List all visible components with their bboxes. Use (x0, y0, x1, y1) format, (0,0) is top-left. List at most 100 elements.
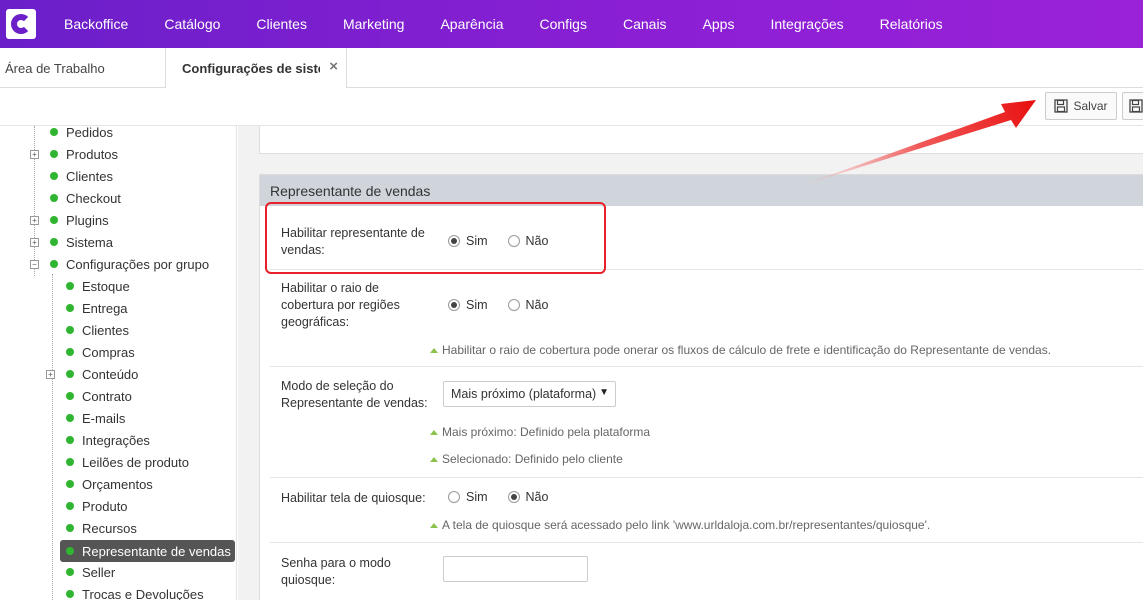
collapse-icon[interactable]: − (30, 260, 39, 269)
status-dot (66, 547, 74, 555)
tab-workspace-label: Área de Trabalho (5, 60, 105, 76)
nav-marketing[interactable]: Marketing (343, 16, 404, 32)
selection-mode-hint-1: Mais próximo: Definido pela plataforma (430, 425, 650, 439)
kiosk-hint: A tela de quiosque será acessado pelo li… (430, 518, 930, 532)
kiosk-yes-radio[interactable] (448, 491, 460, 503)
tree-item-contrato[interactable]: Contrato (66, 385, 132, 407)
expand-icon[interactable]: + (46, 370, 55, 379)
tree-item-plugins[interactable]: Plugins (50, 209, 109, 231)
tree-item-produto[interactable]: Produto (66, 495, 128, 517)
sidebar-tree: Pedidos + Produtos Clientes Checkout + P… (0, 126, 237, 600)
status-dot (66, 524, 74, 532)
selection-mode-value: Mais próximo (plataforma) (451, 387, 597, 401)
status-dot (50, 216, 58, 224)
tree-item-estoque[interactable]: Estoque (66, 275, 130, 297)
selection-mode-select[interactable]: Mais próximo (plataforma) ▼ (443, 381, 616, 407)
selection-mode-hint-1-text: Mais próximo: Definido pela plataforma (442, 425, 651, 439)
tree-item-produtos[interactable]: Produtos (50, 143, 118, 165)
tree-item-leiloes[interactable]: Leilões de produto (66, 451, 189, 473)
nav-canais[interactable]: Canais (623, 16, 667, 32)
tree-item-clientes[interactable]: Clientes (50, 165, 113, 187)
nav-backoffice[interactable]: Backoffice (64, 16, 128, 32)
close-icon[interactable]: × (329, 58, 338, 75)
nav-catalogo[interactable]: Catálogo (164, 16, 220, 32)
panel-title-text: Representante de vendas (270, 182, 431, 199)
tree-item-trocas-e-devolucoes[interactable]: Trocas e Devoluções (66, 583, 204, 600)
status-dot (66, 392, 74, 400)
kiosk-password-input[interactable] (443, 556, 588, 582)
nav-relatorios[interactable]: Relatórios (880, 16, 943, 32)
annotation-highlight-box (265, 202, 606, 274)
tree-item-compras[interactable]: Compras (66, 341, 135, 363)
nav-configs[interactable]: Configs (540, 16, 587, 32)
nav-clientes[interactable]: Clientes (256, 16, 307, 32)
expand-icon[interactable]: + (30, 216, 39, 225)
status-dot (50, 172, 58, 180)
tab-config[interactable]: Configurações de sistema × (165, 48, 347, 88)
tree-item-label: Compras (82, 344, 135, 360)
tree-item-emails[interactable]: E-mails (66, 407, 125, 429)
tree-item-orcamentos[interactable]: Orçamentos (66, 473, 153, 495)
tree-item-label: Pedidos (66, 126, 113, 140)
tree-item-seller[interactable]: Seller (66, 561, 115, 583)
kiosk-label: Habilitar tela de quiosque: (281, 491, 426, 505)
tree-item-label: E-mails (82, 410, 126, 426)
status-dot (50, 128, 58, 136)
tree-item-label: Estoque (82, 278, 130, 294)
floppy-disk-icon (1129, 99, 1143, 113)
enable-radius-yes-radio[interactable] (448, 299, 460, 311)
save-and-close-button[interactable] (1122, 92, 1143, 120)
top-navbar: Backoffice Catálogo Clientes Marketing A… (0, 0, 1143, 48)
status-dot (66, 370, 74, 378)
tab-bar: Área de Trabalho Configurações de sistem… (0, 48, 1143, 88)
enable-radius-no-radio[interactable] (507, 299, 520, 311)
status-dot (66, 304, 74, 312)
tree-item-representante-de-vendas[interactable]: Representante de vendas (60, 540, 235, 562)
tree-item-integracoes[interactable]: Integrações (66, 429, 150, 451)
main-menu: Backoffice Catálogo Clientes Marketing A… (64, 16, 979, 32)
tree-item-clientes-grupo[interactable]: Clientes (66, 319, 129, 341)
tree-item-label: Integrações (82, 432, 150, 448)
status-dot (66, 502, 74, 510)
tree-item-label: Leilões de produto (82, 454, 189, 470)
status-dot (66, 282, 74, 290)
tab-workspace[interactable]: Área de Trabalho (5, 48, 165, 88)
expand-icon[interactable]: + (30, 238, 39, 247)
tree-item-pedidos[interactable]: Pedidos (50, 126, 113, 143)
nav-integracoes[interactable]: Integrações (770, 16, 843, 32)
status-dot (66, 458, 74, 466)
expand-icon[interactable]: + (30, 150, 39, 159)
floppy-disk-icon (1054, 99, 1069, 113)
tree-item-conteudo[interactable]: Conteúdo (66, 363, 138, 385)
tree-item-label: Sistema (66, 234, 113, 250)
tree-item-label: Clientes (66, 168, 113, 184)
tree-item-label: Trocas e Devoluções (82, 586, 204, 600)
tree-item-label: Produto (82, 498, 128, 514)
tree-item-label: Entrega (82, 300, 128, 316)
status-dot (66, 348, 74, 356)
previous-panel (259, 126, 1143, 154)
tree-item-sistema[interactable]: Sistema (50, 231, 113, 253)
tree-item-label: Configurações por grupo (66, 256, 210, 272)
selection-mode-hint-2: Selecionado: Definido pelo cliente (430, 452, 623, 466)
tree-item-label: Conteúdo (82, 366, 139, 382)
tree-item-configuracoes-por-grupo[interactable]: Configurações por grupo (50, 253, 209, 275)
enable-radius-yes-label: Sim (466, 298, 488, 312)
tree-item-entrega[interactable]: Entrega (66, 297, 128, 319)
tree-item-recursos[interactable]: Recursos (66, 517, 137, 539)
enable-radius-hint-text: Habilitar o raio de cobertura pode onera… (442, 343, 1052, 357)
caret-up-icon (430, 522, 438, 528)
nav-apps[interactable]: Apps (703, 16, 735, 32)
kiosk-no-radio[interactable] (507, 491, 520, 503)
caret-up-icon (430, 347, 438, 353)
app-logo[interactable] (6, 9, 36, 39)
tree-item-label: Orçamentos (82, 476, 153, 492)
caret-up-icon (430, 429, 438, 435)
save-button[interactable]: Salvar (1045, 92, 1117, 120)
nav-aparencia[interactable]: Aparência (440, 16, 503, 32)
status-dot (66, 326, 74, 334)
tree-item-checkout[interactable]: Checkout (50, 187, 121, 209)
caret-up-icon (430, 456, 438, 462)
tree-item-label: Recursos (82, 520, 137, 536)
enable-radius-no-label: Não (525, 298, 549, 312)
